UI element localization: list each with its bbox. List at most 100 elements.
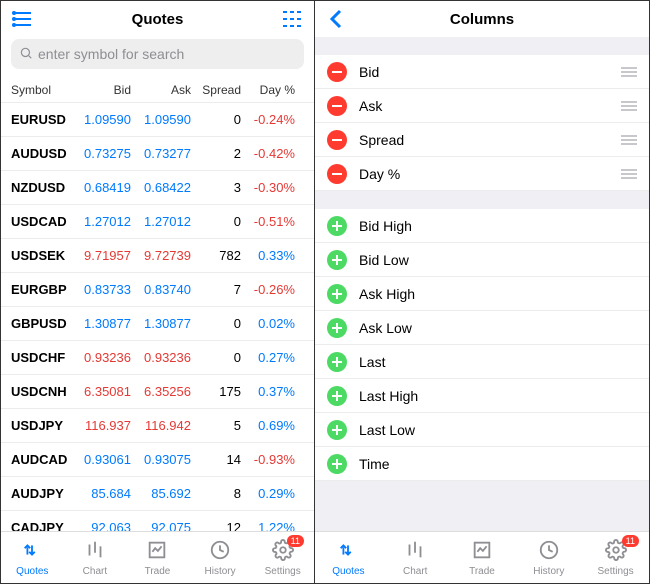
drag-handle-icon[interactable] bbox=[621, 135, 637, 145]
bid-cell: 1.30877 bbox=[71, 316, 131, 331]
column-inactive-row[interactable]: Last Low bbox=[315, 413, 649, 447]
quotes-pane: Quotes Symbol Bid Ask Spread Day % EURUS… bbox=[1, 1, 315, 583]
symbol-cell: USDJPY bbox=[11, 418, 71, 433]
column-active-row[interactable]: Day % bbox=[315, 157, 649, 191]
spread-cell: 5 bbox=[191, 418, 241, 433]
tab-label: Settings bbox=[265, 566, 301, 577]
table-row[interactable]: USDCNH6.350816.352561750.37% bbox=[1, 375, 314, 409]
table-row[interactable]: GBPUSD1.308771.3087700.02% bbox=[1, 307, 314, 341]
add-icon[interactable] bbox=[327, 284, 347, 304]
section-gap bbox=[315, 37, 649, 55]
ask-cell: 0.68422 bbox=[131, 180, 191, 195]
col-symbol: Symbol bbox=[11, 83, 71, 97]
table-row[interactable]: AUDUSD0.732750.732772-0.42% bbox=[1, 137, 314, 171]
day-cell: -0.51% bbox=[241, 214, 295, 229]
add-icon[interactable] bbox=[327, 454, 347, 474]
ask-cell: 0.73277 bbox=[131, 146, 191, 161]
spread-cell: 0 bbox=[191, 112, 241, 127]
tab-quotes[interactable]: Quotes bbox=[315, 532, 382, 583]
badge: 11 bbox=[622, 535, 639, 547]
table-row[interactable]: CADJPY92.06392.075121.22% bbox=[1, 511, 314, 531]
day-cell: 0.37% bbox=[241, 384, 295, 399]
remove-icon[interactable] bbox=[327, 130, 347, 150]
column-inactive-row[interactable]: Ask High bbox=[315, 277, 649, 311]
add-icon[interactable] bbox=[327, 216, 347, 236]
col-ask: Ask bbox=[131, 83, 191, 97]
search-input[interactable] bbox=[38, 46, 296, 62]
add-icon[interactable] bbox=[327, 250, 347, 270]
drag-handle-icon[interactable] bbox=[621, 169, 637, 179]
back-button[interactable] bbox=[325, 7, 349, 31]
tab-label: Quotes bbox=[16, 566, 48, 577]
col-day: Day % bbox=[241, 83, 295, 97]
table-row[interactable]: USDJPY116.937116.94250.69% bbox=[1, 409, 314, 443]
table-row[interactable]: EURGBP0.837330.837407-0.26% bbox=[1, 273, 314, 307]
add-icon[interactable] bbox=[327, 352, 347, 372]
badge: 11 bbox=[287, 535, 304, 547]
spread-cell: 12 bbox=[191, 520, 241, 531]
column-label: Last bbox=[359, 354, 385, 370]
column-label: Day % bbox=[359, 166, 400, 182]
column-active-row[interactable]: Ask bbox=[315, 89, 649, 123]
add-icon[interactable] bbox=[327, 386, 347, 406]
bid-cell: 85.684 bbox=[71, 486, 131, 501]
table-row[interactable]: USDCHF0.932360.9323600.27% bbox=[1, 341, 314, 375]
tab-chart[interactable]: Chart bbox=[64, 532, 127, 583]
grid-view-icon[interactable] bbox=[280, 7, 304, 31]
column-inactive-row[interactable]: Ask Low bbox=[315, 311, 649, 345]
table-row[interactable]: NZDUSD0.684190.684223-0.30% bbox=[1, 171, 314, 205]
symbol-cell: GBPUSD bbox=[11, 316, 71, 331]
tab-trade[interactable]: Trade bbox=[449, 532, 516, 583]
tab-label: History bbox=[533, 566, 564, 577]
day-cell: 0.02% bbox=[241, 316, 295, 331]
tab-settings[interactable]: Settings11 bbox=[582, 532, 649, 583]
search-icon bbox=[19, 46, 33, 63]
day-cell: -0.30% bbox=[241, 180, 295, 195]
column-inactive-row[interactable]: Last High bbox=[315, 379, 649, 413]
remove-icon[interactable] bbox=[327, 62, 347, 82]
symbol-cell: EURUSD bbox=[11, 112, 71, 127]
add-icon[interactable] bbox=[327, 318, 347, 338]
symbol-cell: AUDCAD bbox=[11, 452, 71, 467]
symbol-cell: USDCHF bbox=[11, 350, 71, 365]
remove-icon[interactable] bbox=[327, 164, 347, 184]
tab-chart[interactable]: Chart bbox=[382, 532, 449, 583]
tab-history[interactable]: History bbox=[515, 532, 582, 583]
drag-handle-icon[interactable] bbox=[621, 67, 637, 77]
column-label: Bid Low bbox=[359, 252, 409, 268]
quotes-table-body: EURUSD1.095901.095900-0.24%AUDUSD0.73275… bbox=[1, 103, 314, 531]
ask-cell: 1.30877 bbox=[131, 316, 191, 331]
column-inactive-row[interactable]: Bid High bbox=[315, 209, 649, 243]
ask-cell: 0.83740 bbox=[131, 282, 191, 297]
ask-cell: 1.09590 bbox=[131, 112, 191, 127]
ask-cell: 0.93075 bbox=[131, 452, 191, 467]
tab-quotes[interactable]: Quotes bbox=[1, 532, 64, 583]
tab-history[interactable]: History bbox=[189, 532, 252, 583]
bid-cell: 9.71957 bbox=[71, 248, 131, 263]
column-inactive-row[interactable]: Last bbox=[315, 345, 649, 379]
column-active-row[interactable]: Spread bbox=[315, 123, 649, 157]
table-row[interactable]: AUDCAD0.930610.9307514-0.93% bbox=[1, 443, 314, 477]
tab-settings[interactable]: Settings 11 bbox=[251, 532, 314, 583]
table-row[interactable]: USDCAD1.270121.270120-0.51% bbox=[1, 205, 314, 239]
ask-cell: 6.35256 bbox=[131, 384, 191, 399]
remove-icon[interactable] bbox=[327, 96, 347, 116]
trade-icon bbox=[146, 539, 168, 564]
table-row[interactable]: AUDJPY85.68485.69280.29% bbox=[1, 477, 314, 511]
day-cell: -0.93% bbox=[241, 452, 295, 467]
ask-cell: 85.692 bbox=[131, 486, 191, 501]
spread-cell: 8 bbox=[191, 486, 241, 501]
column-inactive-row[interactable]: Time bbox=[315, 447, 649, 481]
bid-cell: 92.063 bbox=[71, 520, 131, 531]
table-row[interactable]: EURUSD1.095901.095900-0.24% bbox=[1, 103, 314, 137]
day-cell: -0.26% bbox=[241, 282, 295, 297]
table-row[interactable]: USDSEK9.719579.727397820.33% bbox=[1, 239, 314, 273]
page-title: Columns bbox=[315, 11, 649, 28]
drag-handle-icon[interactable] bbox=[621, 101, 637, 111]
column-active-row[interactable]: Bid bbox=[315, 55, 649, 89]
list-view-icon[interactable] bbox=[11, 7, 35, 31]
add-icon[interactable] bbox=[327, 420, 347, 440]
search-field[interactable] bbox=[11, 39, 304, 69]
tab-trade[interactable]: Trade bbox=[126, 532, 189, 583]
column-inactive-row[interactable]: Bid Low bbox=[315, 243, 649, 277]
